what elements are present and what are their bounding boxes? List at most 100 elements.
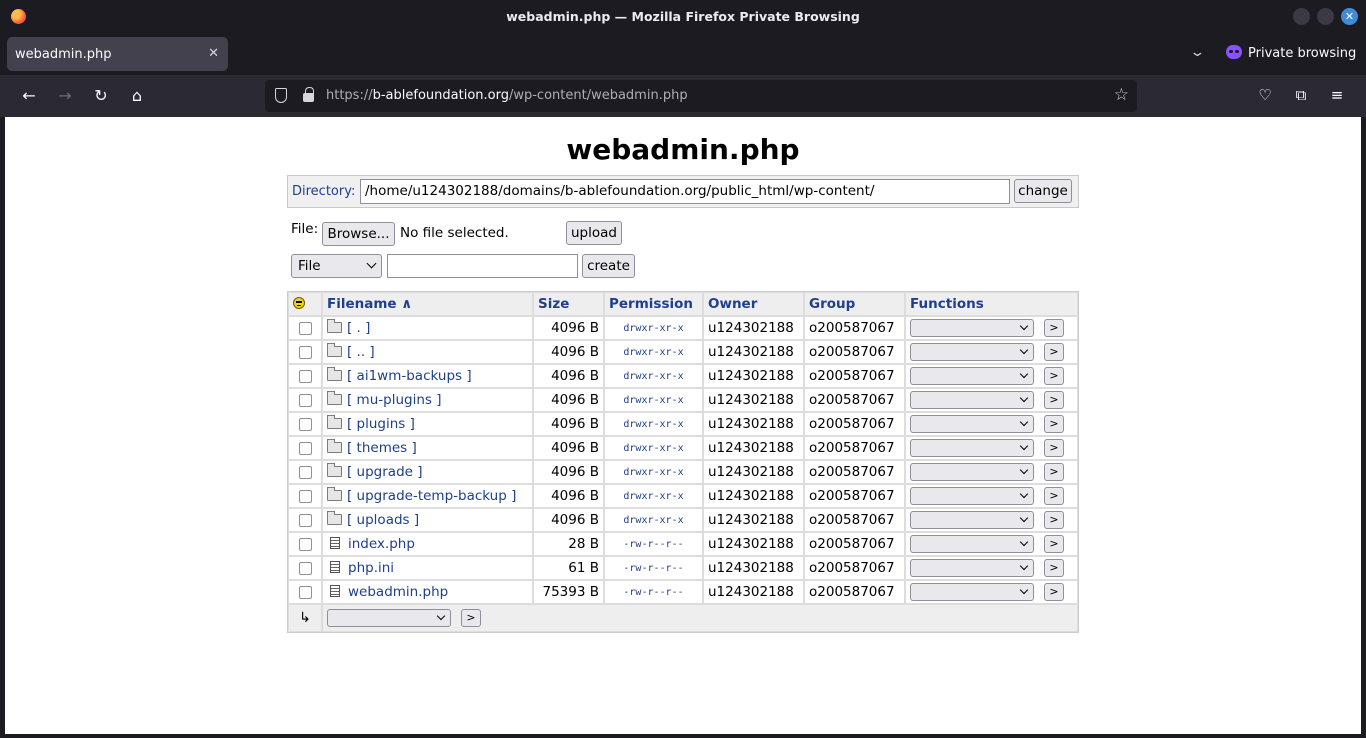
function-go-button[interactable]: > (1044, 559, 1064, 577)
browse-button[interactable]: Browse... (322, 222, 395, 246)
row-checkbox[interactable] (298, 441, 312, 455)
function-go-button[interactable]: > (1044, 535, 1064, 553)
forward-arrow-icon[interactable]: → (55, 86, 75, 105)
function-select[interactable] (910, 415, 1034, 433)
owner-cell: u124302188 (703, 436, 804, 460)
bulk-controls: > (322, 604, 1078, 632)
permission-link[interactable]: drwxr-xr-x (604, 460, 703, 484)
maximize-button[interactable] (1317, 8, 1334, 25)
function-go-button[interactable]: > (1044, 439, 1064, 457)
function-go-button[interactable]: > (1044, 343, 1064, 361)
function-select[interactable] (910, 343, 1034, 361)
function-select[interactable] (910, 583, 1034, 601)
row-checkbox[interactable] (298, 417, 312, 431)
function-select[interactable] (910, 535, 1034, 553)
function-go-button[interactable]: > (1044, 487, 1064, 505)
permission-link[interactable]: -rw-r--r-- (604, 580, 703, 604)
url-text[interactable]: https://b-ablefoundation.org/wp-content/… (326, 88, 688, 103)
filename-link[interactable]: [ themes ] (347, 440, 417, 456)
create-type-select[interactable]: File (291, 254, 382, 278)
group-cell: o200587067 (804, 388, 905, 412)
permission-link[interactable]: drwxr-xr-x (604, 436, 703, 460)
function-go-button[interactable]: > (1044, 463, 1064, 481)
extensions-icon[interactable]: ⧉ (1291, 86, 1311, 104)
function-go-button[interactable]: > (1044, 583, 1064, 601)
close-window-button[interactable]: ✕ (1341, 8, 1358, 25)
tracking-protection-shield-icon[interactable] (275, 88, 287, 103)
permission-link[interactable]: drwxr-xr-x (604, 412, 703, 436)
select-all-header[interactable] (288, 292, 322, 316)
function-select[interactable] (910, 559, 1034, 577)
filename-link[interactable]: [ ai1wm-backups ] (347, 368, 472, 384)
back-arrow-icon[interactable]: ← (19, 86, 39, 105)
permission-link[interactable]: drwxr-xr-x (604, 364, 703, 388)
tab-close-icon[interactable]: ✕ (208, 46, 219, 61)
lock-icon[interactable] (303, 87, 314, 102)
filename-link[interactable]: [ .. ] (347, 344, 375, 360)
list-all-tabs-chevron-icon[interactable]: ⌄ (1189, 45, 1205, 60)
filename-link[interactable]: [ mu-plugins ] (347, 392, 441, 408)
row-checkbox[interactable] (298, 537, 312, 551)
function-select[interactable] (910, 367, 1034, 385)
filename-link[interactable]: [ upgrade ] (347, 464, 423, 480)
group-header[interactable]: Group (804, 292, 905, 316)
permission-link[interactable]: drwxr-xr-x (604, 388, 703, 412)
row-checkbox[interactable] (298, 585, 312, 599)
directory-input[interactable]: /home/u124302188/domains/b-ablefoundatio… (360, 179, 1010, 204)
tab-webadmin[interactable]: webadmin.php ✕ (7, 37, 228, 71)
filename-link[interactable]: [ upgrade-temp-backup ] (347, 488, 516, 504)
create-button[interactable]: create (582, 254, 635, 278)
function-go-button[interactable]: > (1044, 391, 1064, 409)
permission-link[interactable]: -rw-r--r-- (604, 556, 703, 580)
function-select[interactable] (910, 511, 1034, 529)
pocket-icon[interactable]: ♡ (1255, 86, 1275, 104)
functions-cell: > (905, 508, 1078, 532)
filename-link[interactable]: [ uploads ] (347, 512, 419, 528)
reload-icon[interactable]: ↻ (91, 86, 111, 105)
function-select[interactable] (910, 391, 1034, 409)
table-row: [ themes ] 4096 Bdrwxr-xr-x u124302188 o200… (288, 436, 1078, 460)
row-checkbox[interactable] (298, 345, 312, 359)
row-checkbox[interactable] (298, 561, 312, 575)
row-checkbox[interactable] (298, 513, 312, 527)
change-directory-button[interactable]: change (1014, 179, 1072, 203)
upload-button[interactable]: upload (566, 221, 622, 245)
minimize-button[interactable] (1293, 8, 1310, 25)
permission-header[interactable]: Permission (604, 292, 703, 316)
bulk-action-select[interactable] (327, 609, 451, 627)
function-select[interactable] (910, 439, 1034, 457)
smiley-icon[interactable] (293, 297, 305, 309)
function-go-button[interactable]: > (1044, 367, 1064, 385)
function-go-button[interactable]: > (1044, 511, 1064, 529)
permission-link[interactable]: drwxr-xr-x (604, 340, 703, 364)
permission-link[interactable]: drwxr-xr-x (604, 316, 703, 340)
size-header[interactable]: Size (533, 292, 604, 316)
permission-link[interactable]: drwxr-xr-x (604, 508, 703, 532)
bookmark-star-icon[interactable]: ☆ (1114, 85, 1129, 105)
filename-link[interactable]: php.ini (348, 560, 394, 576)
function-select[interactable] (910, 487, 1034, 505)
filename-header[interactable]: Filename ∧ (322, 292, 533, 316)
function-select[interactable] (910, 463, 1034, 481)
row-checkbox[interactable] (298, 465, 312, 479)
permission-link[interactable]: drwxr-xr-x (604, 484, 703, 508)
owner-header[interactable]: Owner (703, 292, 804, 316)
filename-link[interactable]: [ plugins ] (347, 416, 415, 432)
url-bar[interactable]: https://b-ablefoundation.org/wp-content/… (265, 80, 1137, 112)
function-go-button[interactable]: > (1044, 319, 1064, 337)
permission-link[interactable]: -rw-r--r-- (604, 532, 703, 556)
row-checkbox[interactable] (298, 489, 312, 503)
row-checkbox[interactable] (298, 369, 312, 383)
home-icon[interactable]: ⌂ (127, 86, 147, 105)
function-go-button[interactable]: > (1044, 415, 1064, 433)
url-scheme: https:// (326, 88, 373, 103)
bulk-go-button[interactable]: > (461, 609, 481, 627)
new-file-name-input[interactable] (387, 254, 578, 278)
row-checkbox[interactable] (298, 321, 312, 335)
menu-hamburger-icon[interactable]: ≡ (1327, 86, 1347, 104)
filename-link[interactable]: index.php (348, 536, 415, 552)
row-checkbox[interactable] (298, 393, 312, 407)
filename-link[interactable]: [ . ] (347, 320, 370, 336)
filename-link[interactable]: webadmin.php (348, 584, 448, 600)
function-select[interactable] (910, 319, 1034, 337)
